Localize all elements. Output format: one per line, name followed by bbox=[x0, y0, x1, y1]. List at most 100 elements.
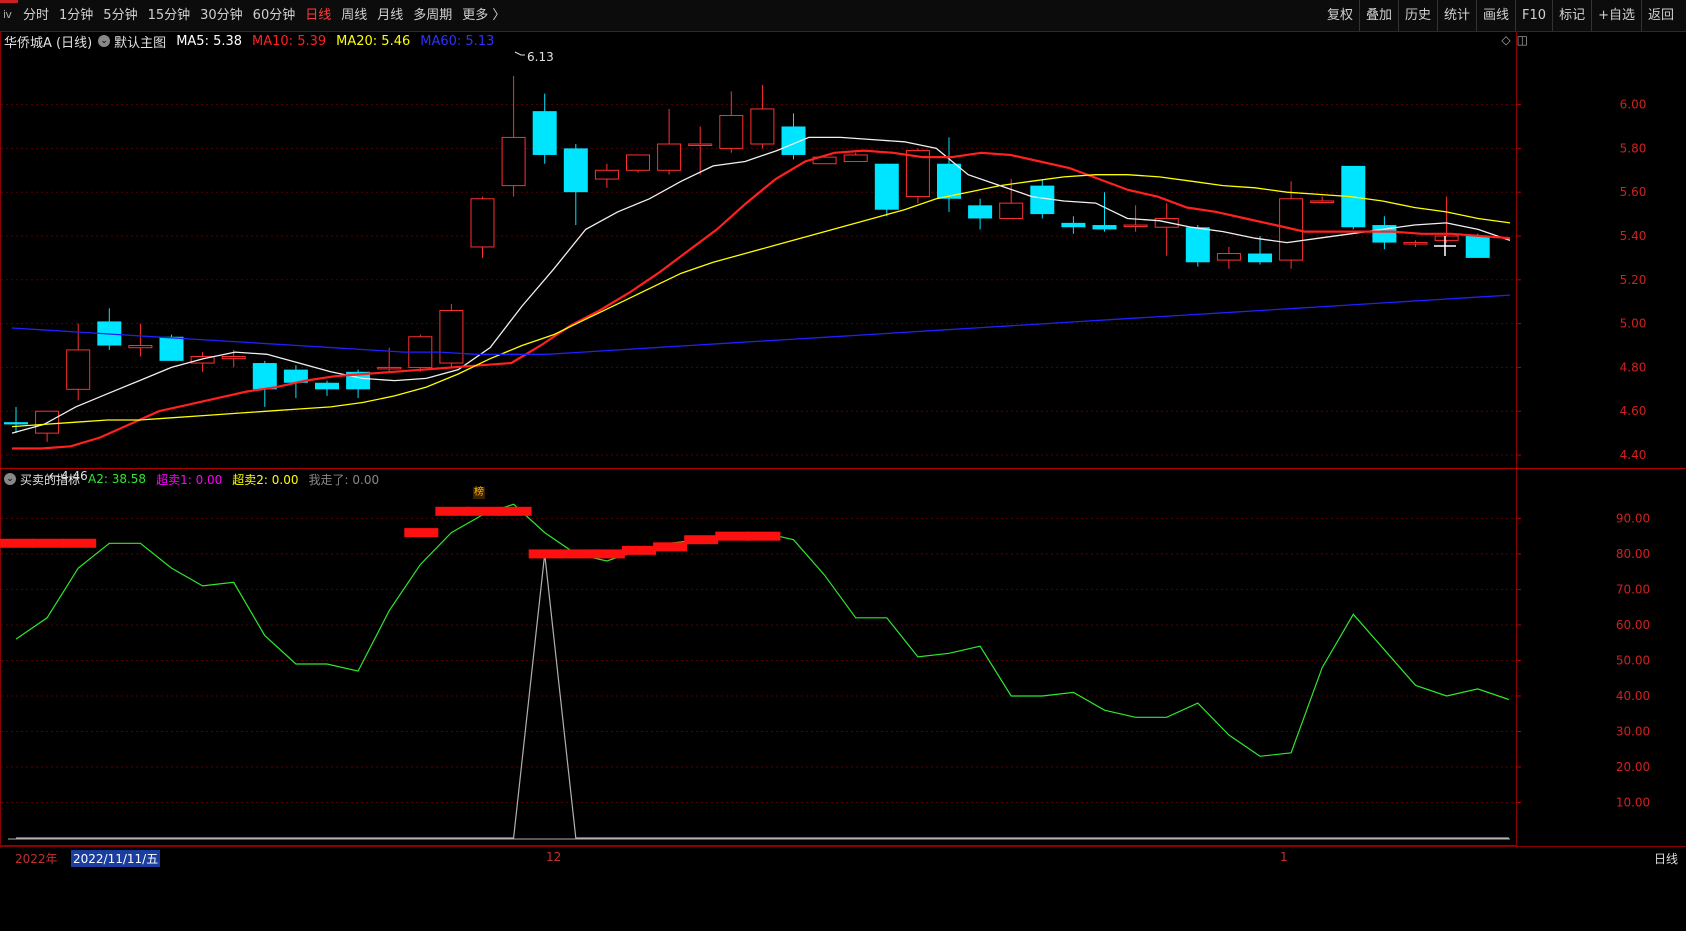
candle bbox=[1061, 216, 1086, 234]
window-icon[interactable]: ◫ bbox=[1517, 33, 1528, 47]
main-chart-info: 华侨城A (日线) ⌄ 默认主图 MA5: 5.38 MA10: 5.39 MA… bbox=[4, 31, 504, 51]
candle-body bbox=[159, 336, 184, 361]
candle bbox=[1185, 225, 1210, 267]
candle-body bbox=[470, 198, 495, 248]
price-tick-label: 5.00 bbox=[1620, 317, 1647, 331]
signal-bar bbox=[31, 538, 66, 548]
chart-frame bbox=[0, 31, 1686, 846]
candle bbox=[408, 334, 433, 372]
candle bbox=[315, 380, 339, 396]
price-tick-label: 5.20 bbox=[1620, 273, 1647, 287]
high-arrow bbox=[514, 51, 525, 56]
candle-body bbox=[128, 345, 153, 349]
candle-body bbox=[874, 163, 899, 210]
oversold1-value: 超卖1: 0.00 bbox=[156, 472, 223, 487]
candle bbox=[719, 91, 744, 153]
price-tick-label: 4.80 bbox=[1620, 360, 1647, 374]
year-label: 2022年 bbox=[15, 852, 58, 866]
indicator-info: ⌄ 买卖的指标 A2: 38.58 超卖1: 0.00 超卖2: 0.00 我走… bbox=[4, 469, 389, 489]
candle-body bbox=[1310, 200, 1335, 203]
a2-value: A2: 38.58 bbox=[88, 472, 147, 486]
price-tick-label: 5.40 bbox=[1620, 229, 1647, 243]
candle-body bbox=[252, 363, 277, 390]
indicator-tick-label: 50.00 bbox=[1616, 653, 1650, 667]
ma-line-ma5 bbox=[11, 136, 1511, 434]
candle-body bbox=[750, 108, 775, 145]
diamond-icon[interactable]: ◇ bbox=[1501, 33, 1510, 47]
ma-line-ma10 bbox=[12, 149, 1511, 450]
candle bbox=[501, 76, 526, 197]
leave-value: 我走了: 0.00 bbox=[308, 472, 380, 487]
candle-body bbox=[626, 154, 650, 171]
ma-line-ma60 bbox=[11, 294, 1511, 355]
ma-lines bbox=[11, 136, 1511, 450]
candle-body bbox=[439, 309, 464, 364]
candle bbox=[252, 360, 277, 407]
indicator-tick-label: 30.00 bbox=[1616, 724, 1650, 738]
main-panel-icons: ◇ ◫ bbox=[1495, 33, 1528, 47]
signal-bar bbox=[497, 506, 532, 516]
ma20-value: MA20: 5.46 bbox=[336, 33, 411, 49]
price-tick-label: 5.60 bbox=[1620, 185, 1647, 199]
candle bbox=[688, 126, 713, 175]
candle-body bbox=[968, 205, 993, 219]
candle-body bbox=[4, 422, 28, 425]
signal-bar bbox=[528, 549, 563, 559]
indicator-dropdown-icon[interactable]: ⌄ bbox=[4, 473, 16, 485]
signal-bar bbox=[653, 542, 688, 552]
candle bbox=[781, 113, 806, 160]
ma60-value: MA60: 5.13 bbox=[420, 33, 495, 49]
ma5-value: MA5: 5.38 bbox=[176, 33, 243, 49]
signal-bar bbox=[62, 538, 97, 548]
a2-line bbox=[15, 503, 1509, 757]
candle bbox=[1310, 196, 1335, 204]
ma10-value: MA10: 5.39 bbox=[252, 33, 327, 49]
indicator-tick-label: 60.00 bbox=[1616, 618, 1650, 632]
indicator-lines bbox=[8, 503, 1510, 840]
candle-body bbox=[688, 143, 713, 146]
candle-body bbox=[1185, 227, 1210, 263]
indicator-tick-label: 70.00 bbox=[1616, 582, 1650, 596]
indicator-panel-border bbox=[0, 468, 1517, 846]
signal-bar bbox=[590, 549, 625, 559]
candle bbox=[1434, 196, 1459, 243]
signal-bar bbox=[466, 506, 501, 516]
indicator-tick-label: 20.00 bbox=[1616, 760, 1650, 774]
signal-bar bbox=[435, 506, 470, 516]
candle-body bbox=[1092, 225, 1117, 230]
candle-body bbox=[501, 136, 526, 187]
oversold2-value: 超卖2: 0.00 bbox=[232, 472, 299, 487]
signal-bar bbox=[684, 535, 719, 545]
candle-body bbox=[1123, 224, 1148, 228]
candle bbox=[190, 352, 215, 372]
price-axis: 6.00 5.80 5.60 5.40 5.20 5.00 4.80 4.60 4.40 90.0… bbox=[1516, 98, 1650, 809]
indicator-tick-label: 90.00 bbox=[1616, 511, 1650, 525]
indicator-tick-label: 80.00 bbox=[1616, 547, 1650, 561]
candle bbox=[1279, 181, 1304, 269]
indicator-grid bbox=[1, 517, 1516, 803]
candle-body bbox=[221, 355, 246, 360]
candle-body bbox=[843, 154, 868, 163]
period-label[interactable]: 日线 bbox=[1654, 850, 1678, 867]
indicator-tick-label: 10.00 bbox=[1616, 795, 1650, 809]
month-1-label: 1 bbox=[1280, 850, 1288, 864]
candle-body bbox=[1216, 253, 1241, 261]
template-dropdown-icon[interactable]: ⌄ bbox=[98, 35, 111, 47]
candle-body bbox=[1248, 253, 1272, 263]
signal-bars bbox=[0, 506, 781, 559]
candle-body bbox=[563, 148, 588, 193]
candle bbox=[750, 84, 775, 149]
candle bbox=[563, 144, 588, 226]
template-name[interactable]: 默认主图 bbox=[114, 32, 166, 51]
candle-body bbox=[657, 143, 682, 171]
candle-body bbox=[532, 111, 557, 155]
candle-body bbox=[66, 349, 91, 390]
kline-chart[interactable]: 6.00 5.80 5.60 5.40 5.20 5.00 4.80 4.60 4.40 90.0… bbox=[0, 0, 1686, 846]
signal-bar bbox=[0, 538, 34, 548]
candle-body bbox=[594, 169, 619, 180]
candle-body bbox=[937, 163, 961, 199]
bang-tag[interactable]: 榜 bbox=[473, 487, 485, 499]
indicator-name[interactable]: 买卖的指标 bbox=[20, 471, 80, 488]
candle-body bbox=[999, 202, 1024, 219]
candle bbox=[439, 303, 464, 368]
